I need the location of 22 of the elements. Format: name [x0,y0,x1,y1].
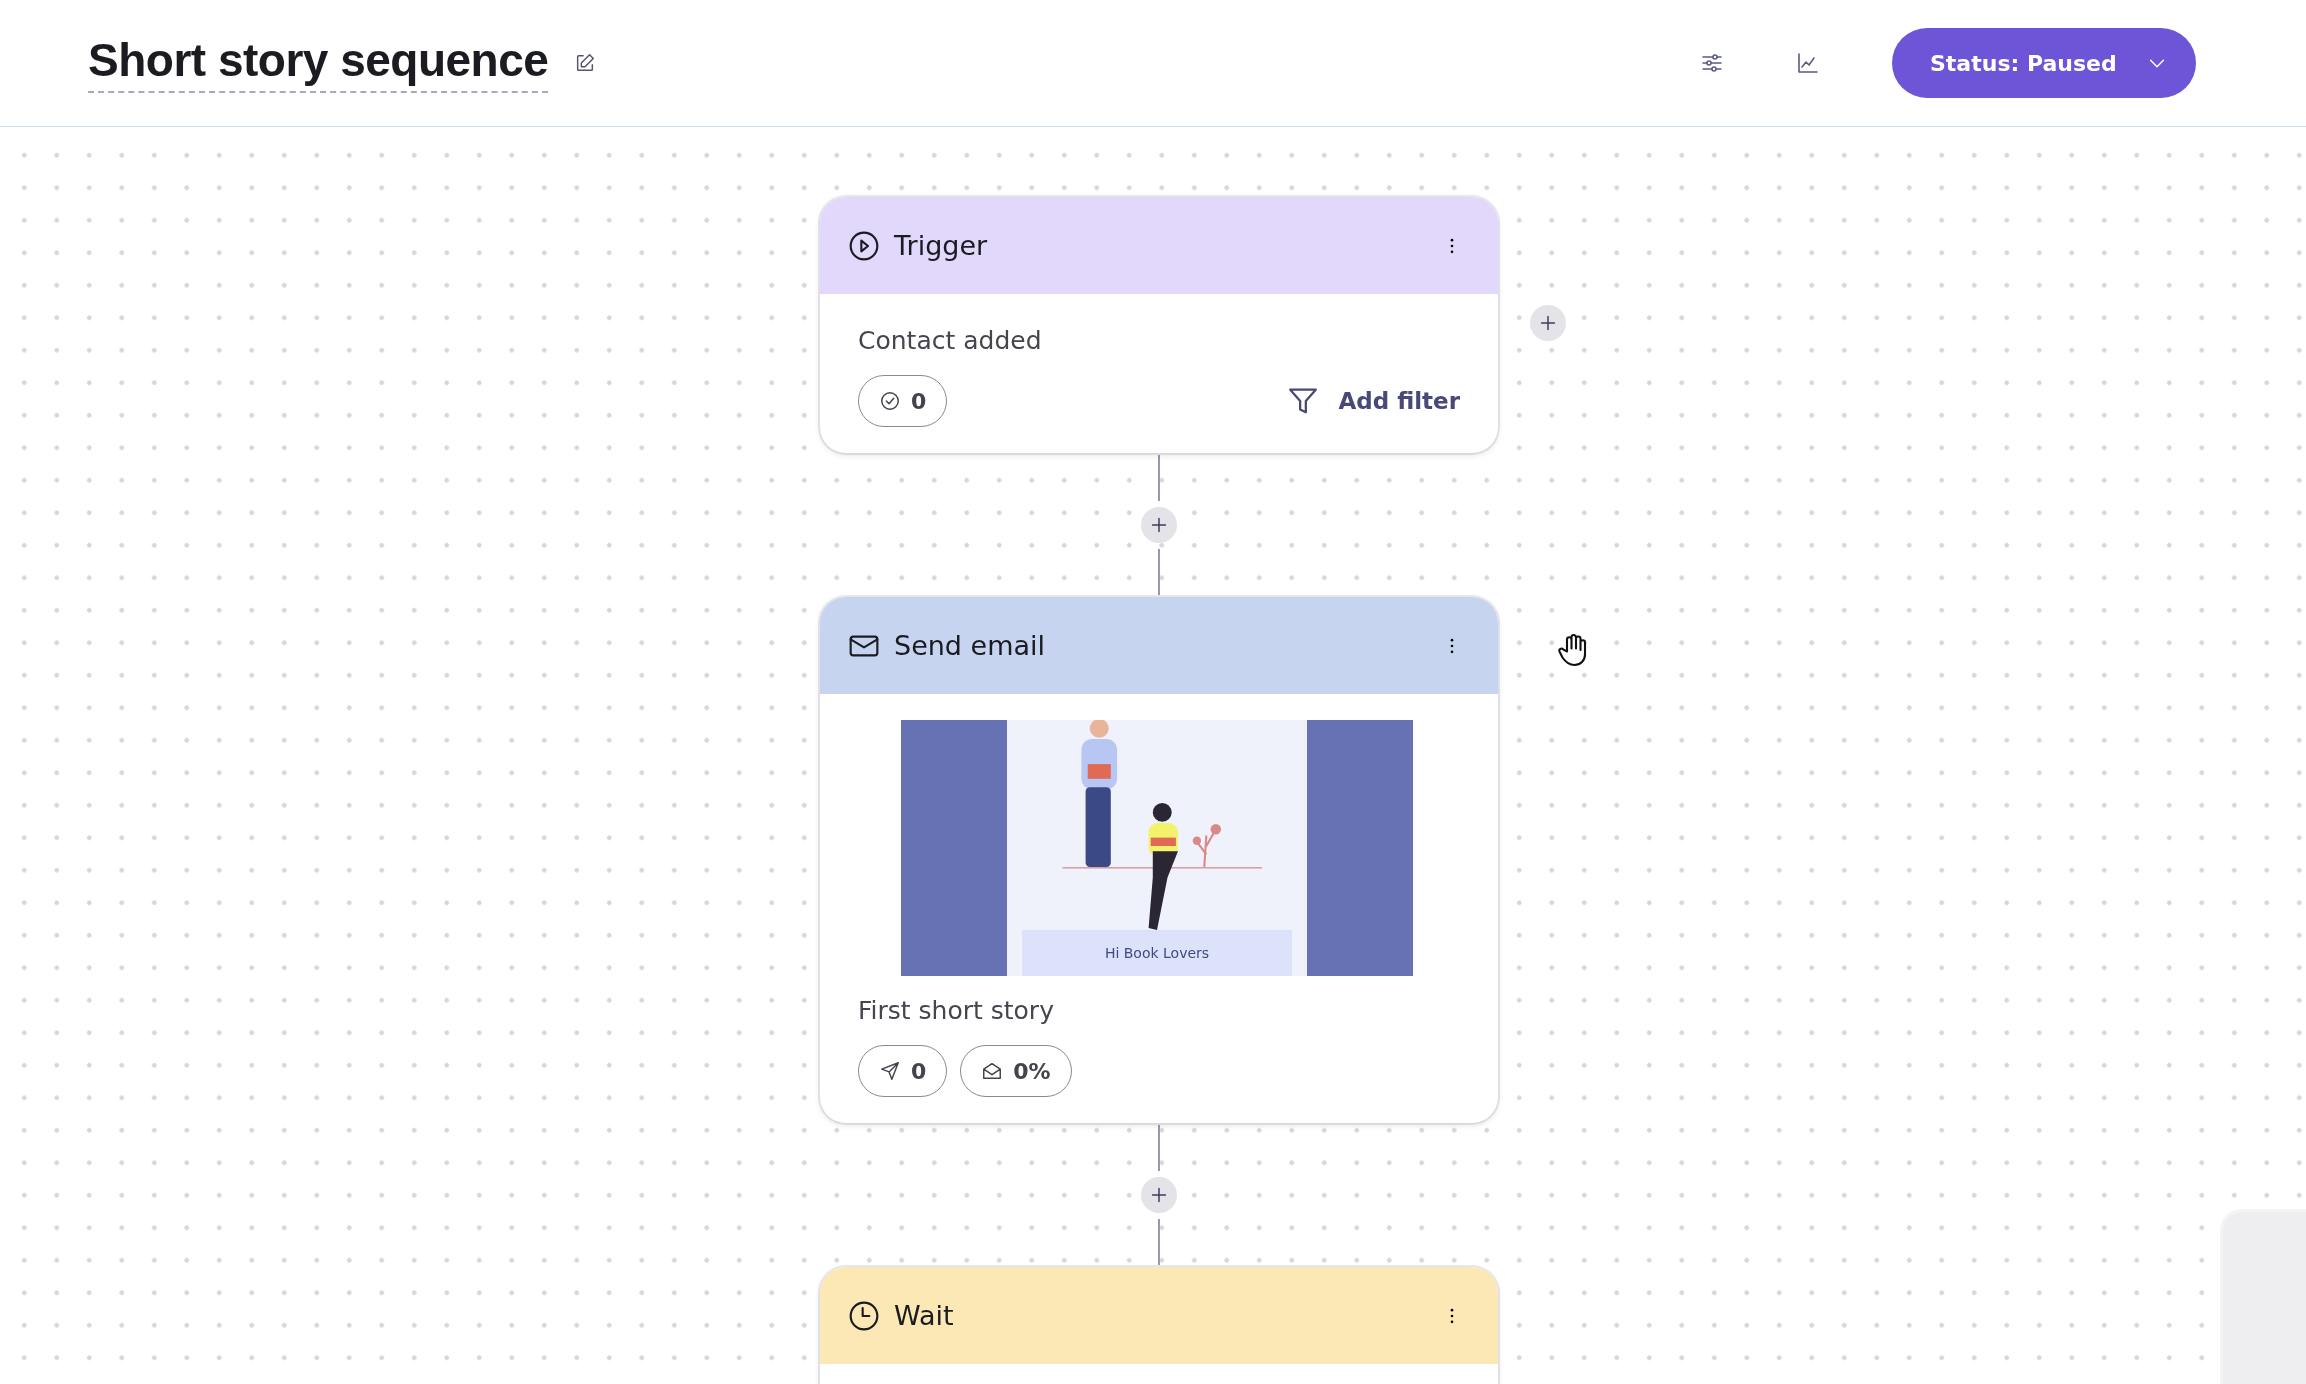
step-card[interactable]: Wait [820,1267,1498,1384]
step-description: First short story [858,995,1055,1025]
card-title: Trigger [894,230,988,261]
paper-plane-icon [879,1060,901,1082]
sequence-title[interactable]: Short story sequence [88,33,549,93]
add-step-button[interactable] [1141,1177,1177,1213]
chart-icon[interactable] [1796,51,1820,75]
card-title: Send email [894,630,1046,661]
edit-icon[interactable] [574,52,597,74]
envelope-icon [981,1060,1004,1082]
add-filter-button[interactable]: Add filter [1286,384,1460,418]
card-title: Wait [894,1300,954,1331]
step-description: Contact added [858,325,1043,355]
settings-icon[interactable] [1700,51,1724,75]
check-circle-icon [879,390,901,412]
add-step-button[interactable] [1141,507,1177,543]
status-button[interactable]: Status: Paused [1892,28,2196,98]
play-icon [848,229,880,262]
add-step-button[interactable] [1530,305,1566,341]
email-heading: Hi Book Lovers [1022,930,1292,976]
step-card[interactable]: Send email Hi Book Lovers First short story 0 0% [820,597,1498,1123]
clock-icon [848,1299,880,1332]
